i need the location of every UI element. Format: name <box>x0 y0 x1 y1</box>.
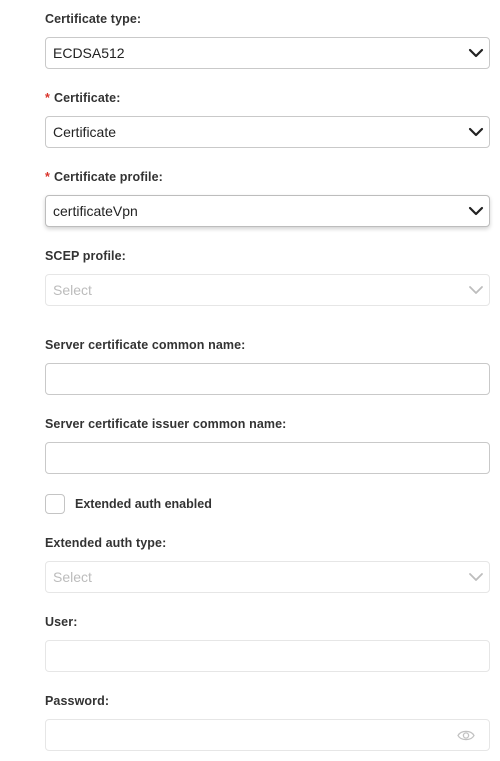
server-cert-issuer-common-name-field[interactable] <box>45 442 490 474</box>
certificate-select[interactable]: Certificate <box>45 116 490 148</box>
chevron-down-icon <box>468 48 484 58</box>
server-cert-issuer-common-name-label: Server certificate issuer common name: <box>45 417 287 431</box>
chevron-down-icon <box>469 573 483 581</box>
certificate-type-value: ECDSA512 <box>53 45 125 61</box>
chevron-down-icon <box>469 286 483 294</box>
password-field[interactable] <box>45 719 490 751</box>
scep-profile-placeholder: Select <box>53 282 92 298</box>
eye-icon[interactable] <box>457 729 475 742</box>
extended-auth-enabled-label: Extended auth enabled <box>75 497 212 511</box>
certificate-profile-select[interactable]: certificateVpn <box>45 195 490 227</box>
user-field[interactable] <box>45 640 490 672</box>
server-cert-common-name-input[interactable] <box>46 364 489 394</box>
scep-profile-label: SCEP profile: <box>45 249 126 263</box>
certificate-profile-label: * Certificate profile: <box>45 170 163 184</box>
chevron-down-icon <box>468 127 484 137</box>
certificate-type-select[interactable]: ECDSA512 <box>45 37 490 69</box>
user-label: User: <box>45 615 78 629</box>
certificate-type-label: Certificate type: <box>45 12 142 26</box>
required-mark: * <box>45 170 50 184</box>
chevron-down-icon <box>468 206 484 216</box>
server-cert-common-name-field[interactable] <box>45 363 490 395</box>
server-cert-common-name-label: Server certificate common name: <box>45 338 246 352</box>
extended-auth-type-select[interactable]: Select <box>45 561 490 593</box>
required-mark: * <box>45 91 50 105</box>
password-label: Password: <box>45 694 110 708</box>
scep-profile-select[interactable]: Select <box>45 274 490 306</box>
extended-auth-type-placeholder: Select <box>53 569 92 585</box>
certificate-profile-value: certificateVpn <box>53 203 138 219</box>
certificate-value: Certificate <box>53 124 117 140</box>
certificate-label: * Certificate: <box>45 91 121 105</box>
extended-auth-enabled-checkbox[interactable] <box>45 494 65 514</box>
server-cert-issuer-common-name-input[interactable] <box>46 443 489 473</box>
extended-auth-type-label: Extended auth type: <box>45 536 167 550</box>
user-input[interactable] <box>46 641 489 671</box>
password-input[interactable] <box>46 720 489 750</box>
